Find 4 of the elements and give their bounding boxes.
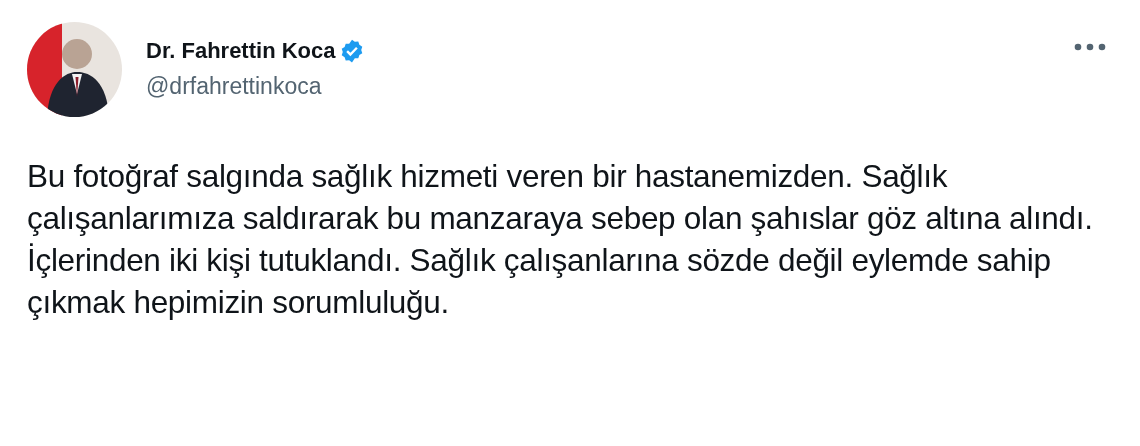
author-handle[interactable]: @drfahrettinkoca	[146, 72, 366, 100]
author-name[interactable]: Dr. Fahrettin Koca	[146, 38, 336, 64]
more-icon[interactable]	[1073, 42, 1107, 52]
tweet-text: Bu fotoğraf salgında sağlık hizmeti veren bir hastanemizden. Sağlık çalışanlarımıza saldırarak bu manzaraya sebep olan şahıslar göz altına alındı. İçlerinden iki kişi tutuklandı. Sağlık çalışanlarına sözde değil eylemde sahip çıkmak hepimizin sorumluluğu.	[27, 157, 1094, 322]
